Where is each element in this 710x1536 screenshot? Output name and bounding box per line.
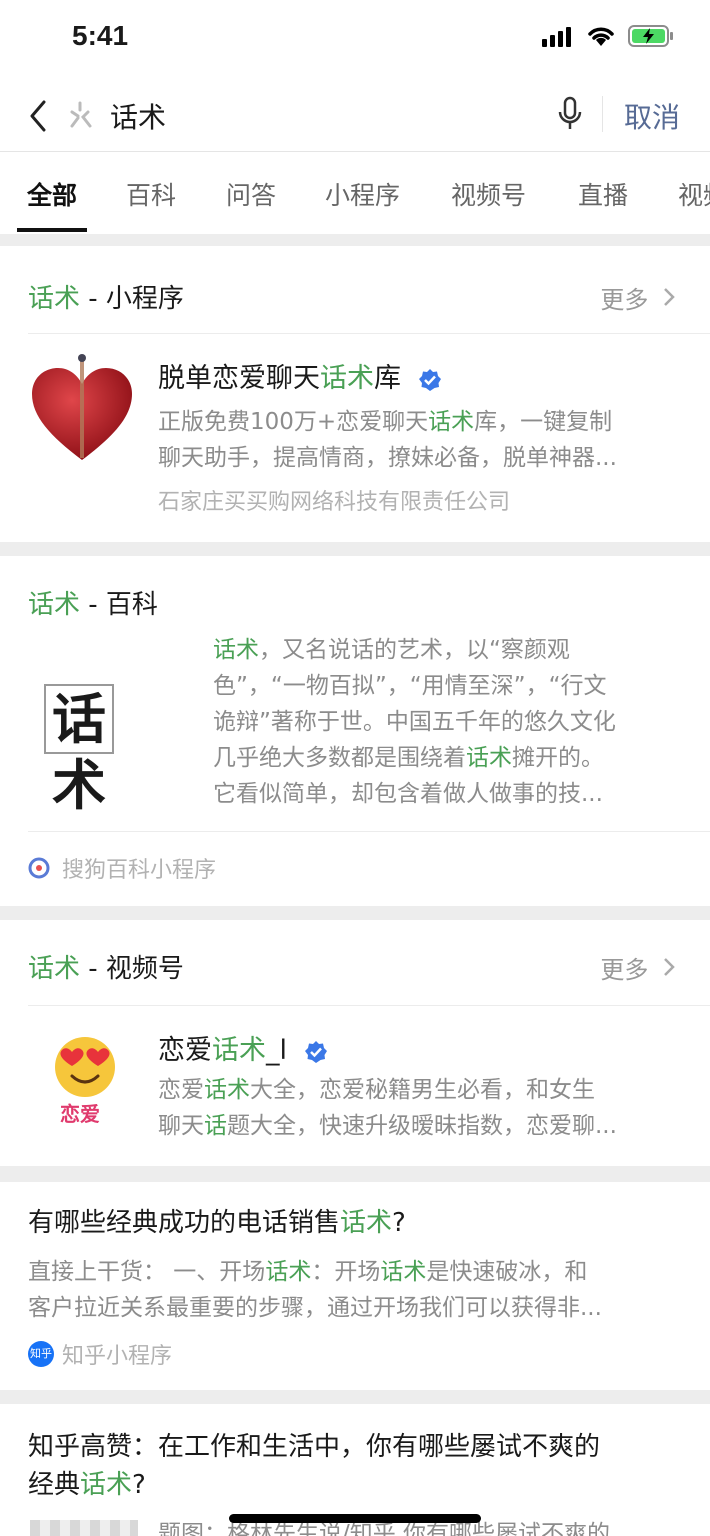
zhihu-icon: 知乎	[28, 1341, 54, 1367]
encyclopedia-image: 话术	[44, 684, 184, 817]
image-glyphs: 话术	[44, 684, 114, 817]
search-input[interactable]: 话术	[110, 96, 166, 136]
more-button[interactable]: 更多	[600, 950, 676, 985]
home-indicator	[229, 1514, 481, 1523]
search-bar: 话术 取消	[0, 80, 710, 152]
category-tabs: 全部 百科 问答 小程序 视频号 直播 视频	[0, 152, 710, 234]
encyclopedia-result[interactable]: 话术 话术，又名说话的艺术，以“察颜观 色”，“一物百拟”，“用情至深”，“行文…	[0, 628, 710, 832]
more-button[interactable]: 更多	[600, 280, 676, 315]
heart-app-icon	[32, 354, 132, 460]
miniprogram-result[interactable]: 脱单恋爱聊天话术库 正版免费100万+恋爱聊天话术库，一键复制 聊天助手，提高情…	[0, 334, 710, 542]
qa-thumbnail	[30, 1520, 138, 1536]
chevron-right-icon	[664, 958, 675, 976]
status-time: 5:41	[72, 20, 129, 51]
back-arrow-icon[interactable]	[24, 96, 54, 136]
verified-badge-icon	[418, 368, 441, 391]
company-name: 石家庄买买购网络科技有限责任公司	[158, 490, 511, 515]
tab-live[interactable]: 直播	[578, 176, 628, 212]
encyclopedia-description: 话术，又名说话的艺术，以“察颜观 色”，“一物百拟”，“用情至深”，“行文 诡辩…	[213, 637, 616, 807]
signal-icon	[542, 27, 571, 47]
tab-qa[interactable]: 问答	[226, 176, 276, 212]
channel-result[interactable]: 恋爱 恋爱话术_l 恋爱话术大全，恋爱秘籍男生必看，和女生 聊天话题大全，快速升…	[0, 1006, 710, 1166]
section-title: 话术 - 视频号	[28, 954, 184, 984]
qa-result[interactable]: 有哪些经典成功的电话销售话术? 直接上干货： 一、开场话术：开场话术是快速破冰，…	[0, 1182, 710, 1390]
sogou-baike-icon	[28, 857, 50, 879]
section-divider	[28, 831, 710, 832]
section-title: 话术 - 百科	[28, 590, 158, 620]
qa-snippet: 直接上干货： 一、开场话术：开场话术是快速破冰，和 客户拉近关系最重要的步骤，通…	[28, 1259, 602, 1321]
tab-encyclopedia[interactable]: 百科	[126, 176, 176, 212]
chevron-right-icon	[664, 288, 675, 306]
tab-video[interactable]: 视频	[678, 176, 710, 212]
channel-name: 恋爱话术_l	[158, 1028, 328, 1067]
encyclopedia-source[interactable]: 搜狗百科小程序	[28, 852, 216, 884]
channel-avatar: 恋爱	[50, 1036, 122, 1132]
tab-miniprogram[interactable]: 小程序	[325, 176, 400, 212]
microphone-icon[interactable]	[556, 96, 584, 132]
miniprogram-name: 脱单恋爱聊天话术库	[158, 356, 442, 395]
verified-badge-icon	[304, 1040, 327, 1063]
avatar-text: 恋爱	[60, 1102, 100, 1126]
search-divider	[602, 96, 603, 132]
encyclopedia-section: 话术 - 百科 话术 话术，又名说话的艺术，以“察颜观 色”，“一物百拟”，“用…	[0, 556, 710, 906]
status-icons	[542, 24, 674, 48]
qa-title: 知乎高赞：在工作和生活中，你有哪些屡试不爽的 经典话术?	[28, 1432, 601, 1500]
miniprogram-section: 话术 - 小程序 更多 脱单恋爱聊天话术库 正版免费100万+恋爱聊天话术库，一…	[0, 246, 710, 542]
status-bar: 5:41	[0, 0, 710, 80]
qa-title: 有哪些经典成功的电话销售话术?	[28, 1208, 406, 1238]
section-title: 话术 - 小程序	[28, 284, 184, 314]
channels-section: 话术 - 视频号 更多 恋爱 恋爱话术_l 恋爱话术大全，恋爱秘籍男生必看，和女…	[0, 920, 710, 1166]
heart-eyes-emoji-icon	[55, 1037, 115, 1097]
channel-description: 恋爱话术大全，恋爱秘籍男生必看，和女生 聊天话题大全，快速升级暧昧指数，恋爱聊.…	[158, 1077, 617, 1139]
wifi-icon	[588, 27, 614, 46]
battery-charging-icon	[628, 25, 673, 47]
qa-source[interactable]: 知乎 知乎小程序	[28, 1338, 172, 1370]
tab-all[interactable]: 全部	[27, 176, 77, 212]
cancel-button[interactable]: 取消	[624, 96, 680, 136]
active-tab-underline	[17, 228, 87, 232]
tab-channels[interactable]: 视频号	[451, 176, 526, 212]
miniprogram-description: 正版免费100万+恋爱聊天话术库，一键复制 聊天助手，提高情商，撩妹必备，脱单神…	[158, 409, 617, 471]
search-logo-icon	[70, 101, 92, 128]
